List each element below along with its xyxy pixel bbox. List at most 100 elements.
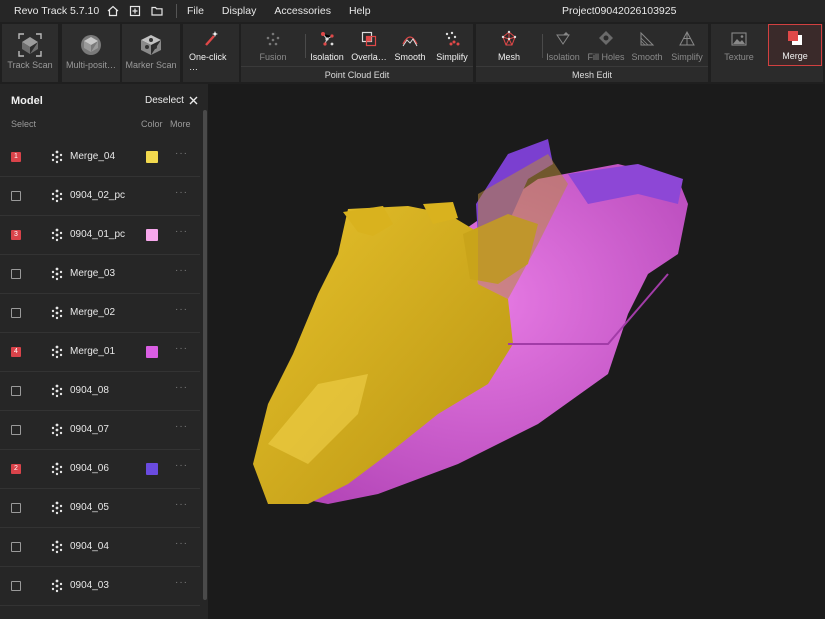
multi-position-button[interactable]: Multi-posit… [62, 24, 120, 82]
pc-smooth-label: Smooth [394, 52, 426, 62]
more-options-icon[interactable]: ··· [175, 460, 188, 471]
mesh-simplify-button[interactable]: Simplify [665, 26, 709, 62]
menu-accessories[interactable]: Accessories [274, 5, 331, 17]
menu-help[interactable]: Help [349, 5, 371, 17]
texture-icon [730, 26, 748, 52]
panel-scrollbar[interactable] [203, 110, 207, 600]
more-options-icon[interactable]: ··· [175, 577, 188, 588]
mesh-smooth-icon [638, 26, 656, 52]
one-click-button[interactable]: One-click … [189, 26, 233, 72]
model-row[interactable]: 2 0904_06 ··· [0, 450, 200, 489]
fusion-icon [264, 26, 282, 52]
model-name: 0904_01_pc [70, 229, 126, 240]
more-options-icon[interactable]: ··· [175, 499, 188, 510]
more-options-icon[interactable]: ··· [175, 148, 188, 159]
overlap-label: Overla… [351, 52, 387, 62]
app-title: Revo Track 5.7.10 [14, 5, 100, 17]
model-row[interactable]: 3 0904_01_pc ··· [0, 216, 200, 255]
model-row[interactable]: 4 Merge_01 ··· [0, 333, 200, 372]
color-swatch[interactable] [146, 463, 158, 475]
menu-display[interactable]: Display [222, 5, 256, 17]
more-options-icon[interactable]: ··· [175, 265, 188, 276]
color-swatch[interactable] [146, 346, 158, 358]
title-bar: Revo Track 5.7.10 File Display Accessori… [0, 0, 825, 22]
mesh-button[interactable]: Mesh [487, 26, 531, 62]
point-cloud-icon [51, 345, 63, 359]
model-row[interactable]: 0904_07 ··· [0, 411, 200, 450]
select-checkbox[interactable] [11, 386, 21, 396]
select-checkbox[interactable]: 3 [11, 230, 21, 240]
pc-simplify-label: Simplify [436, 52, 468, 62]
model-row[interactable]: Merge_02 ··· [0, 294, 200, 333]
mesh-edit-group: Mesh Isolation Fill Holes Smooth Simplif… [476, 24, 708, 82]
model-row[interactable]: Merge_03 ··· [0, 255, 200, 294]
model-row[interactable]: 1 Merge_04 ··· [0, 138, 200, 177]
mesh-simplify-label: Simplify [671, 52, 703, 62]
simplify-icon [443, 26, 461, 52]
fill-holes-label: Fill Holes [587, 52, 625, 62]
select-checkbox[interactable] [11, 269, 21, 279]
model-row[interactable]: 0904_02_pc ··· [0, 177, 200, 216]
more-options-icon[interactable]: ··· [175, 226, 188, 237]
col-color: Color [141, 119, 163, 129]
marker-scan-button[interactable]: Marker Scan [122, 24, 180, 82]
mesh-isolation-icon [554, 26, 572, 52]
texture-label: Texture [724, 52, 754, 62]
more-options-icon[interactable]: ··· [175, 382, 188, 393]
jetski-scan-model [253, 139, 688, 504]
model-panel: Model Deselect Select Color More 1 Merge_… [0, 84, 208, 619]
color-swatch[interactable] [146, 229, 158, 241]
select-checkbox[interactable]: 4 [11, 347, 21, 357]
model-name: Merge_03 [70, 268, 116, 279]
track-scan-button[interactable]: Track Scan [2, 24, 58, 82]
mesh-label: Mesh [497, 52, 520, 62]
more-options-icon[interactable]: ··· [175, 187, 188, 198]
more-options-icon[interactable]: ··· [175, 343, 188, 354]
isolation-icon [318, 26, 336, 52]
menu-file[interactable]: File [187, 5, 204, 17]
fill-holes-button[interactable]: Fill Holes [584, 26, 628, 62]
pc-isolation-button[interactable]: Isolation [305, 26, 349, 62]
select-checkbox[interactable] [11, 191, 21, 201]
track-scan-label: Track Scan [7, 60, 53, 70]
mesh-icon [500, 26, 518, 52]
mesh-simplify-icon [678, 26, 696, 52]
select-checkbox[interactable] [11, 503, 21, 513]
texture-button[interactable]: Texture [717, 26, 761, 62]
new-project-icon[interactable] [124, 0, 146, 22]
model-name: 0904_04 [70, 541, 109, 552]
mesh-isolation-button[interactable]: Isolation [541, 26, 585, 62]
open-folder-icon[interactable] [146, 0, 168, 22]
model-row[interactable]: 0904_03 ··· [0, 567, 200, 606]
3d-viewport[interactable] [208, 84, 825, 619]
mesh-smooth-label: Smooth [631, 52, 663, 62]
model-row[interactable]: 0904_05 ··· [0, 489, 200, 528]
pc-smooth-button[interactable]: Smooth [388, 26, 432, 62]
home-icon[interactable] [102, 0, 124, 22]
model-row[interactable]: 0904_08 ··· [0, 372, 200, 411]
model-row[interactable]: 0904_04 ··· [0, 528, 200, 567]
mesh-smooth-button[interactable]: Smooth [625, 26, 669, 62]
pc-simplify-button[interactable]: Simplify [430, 26, 474, 62]
model-name: 0904_08 [70, 385, 109, 396]
overlap-button[interactable]: Overla… [347, 26, 391, 62]
project-name: Project09042026103925 [562, 5, 677, 17]
select-checkbox[interactable]: 1 [11, 152, 21, 162]
select-checkbox[interactable] [11, 542, 21, 552]
more-options-icon[interactable]: ··· [175, 304, 188, 315]
point-cloud-icon [51, 384, 63, 398]
wand-icon [202, 26, 220, 52]
select-checkbox[interactable] [11, 581, 21, 591]
more-options-icon[interactable]: ··· [175, 538, 188, 549]
select-checkbox[interactable] [11, 308, 21, 318]
fill-holes-icon [597, 26, 615, 52]
select-checkbox[interactable]: 2 [11, 464, 21, 474]
more-options-icon[interactable]: ··· [175, 421, 188, 432]
merge-button[interactable]: Merge [768, 24, 822, 66]
fusion-button[interactable]: Fusion [251, 26, 295, 62]
col-select: Select [11, 119, 37, 129]
color-swatch[interactable] [146, 151, 158, 163]
select-checkbox[interactable] [11, 425, 21, 435]
deselect-button[interactable]: Deselect [145, 95, 198, 106]
point-cloud-icon [51, 228, 63, 242]
